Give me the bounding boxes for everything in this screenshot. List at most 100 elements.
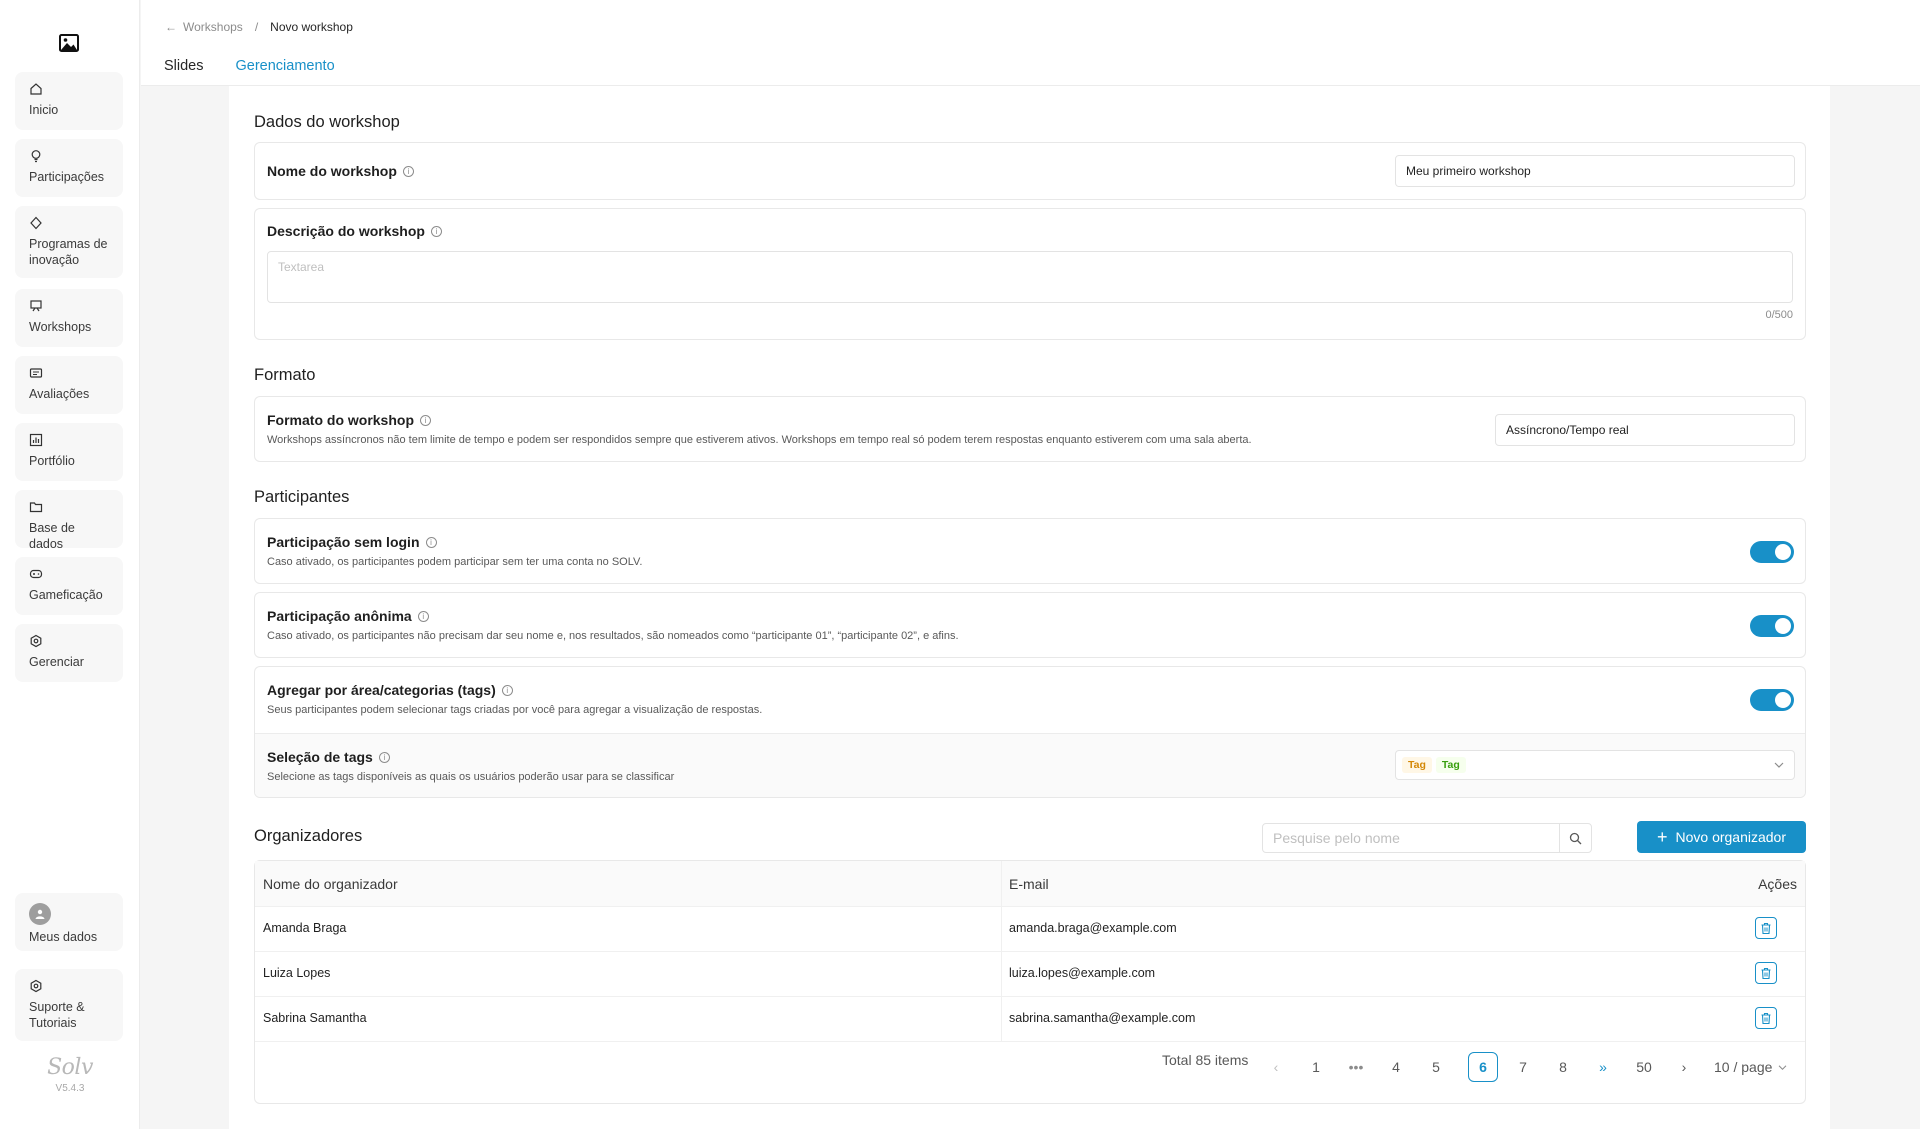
formato-workshop-label: Formato do workshop [267,412,414,428]
sidebar-item-programas[interactable]: Programas de inovação [15,206,123,278]
info-icon[interactable]: i [430,225,442,237]
sem-login-card: Participação sem login i Caso ativado, o… [254,518,1806,584]
section-title-formato: Formato [254,366,316,384]
descricao-workshop-row: Descrição do workshop i [267,223,442,239]
sem-login-row: Participação sem login i Caso ativado, o… [267,534,642,568]
pagination-page[interactable]: 1 [1301,1052,1331,1082]
pagination-page[interactable]: 5 [1421,1052,1451,1082]
breadcrumb-separator: / [254,20,259,34]
nome-workshop-row: Nome do workshop i [267,163,414,179]
agregar-desc: Seus participantes podem selecionar tags… [267,704,763,716]
pagination-page[interactable]: 4 [1381,1052,1411,1082]
version-label: V5.4.3 [55,1083,85,1094]
sidebar-item-participacoes[interactable]: Participações [15,139,123,197]
tag-chip[interactable]: Tag [1435,757,1466,773]
trash-icon [1761,967,1771,979]
selecao-tags-title: Seleção de tags i [267,749,674,765]
tab-slides[interactable]: Slides [164,58,204,90]
pagination-ellipsis[interactable]: ••• [1341,1052,1371,1082]
trash-icon [1761,1012,1771,1024]
organizer-email: luiza.lopes@example.com [1009,966,1156,980]
anonima-toggle[interactable] [1750,615,1794,637]
search-button[interactable] [1559,824,1591,852]
agregar-row: Agregar por área/categorias (tags) i Seu… [267,682,762,716]
info-icon[interactable]: i [420,414,431,426]
formato-workshop-desc: Workshops assíncronos não tem limite de … [267,434,1252,446]
sidebar-item-label: Programas de inovação [29,237,108,267]
sidebar-item-gerenciar[interactable]: Gerenciar [15,624,123,682]
settings-icon [30,634,42,648]
selecao-tags-row: Seleção de tags i Selecione as tags disp… [255,733,1805,797]
new-organizer-button[interactable]: + Novo organizador [1637,821,1806,853]
organizer-name: Sabrina Samantha [263,1011,367,1025]
pagination-total: Total 85 items [1162,1052,1249,1068]
info-icon[interactable]: i [378,751,390,763]
breadcrumb-parent[interactable]: Workshops [183,20,243,34]
anonima-row: Participação anônima i Caso ativado, os … [267,608,959,642]
workshop-icon [30,300,42,312]
tag-chip[interactable]: Tag [1402,757,1432,773]
sidebar-item-label: Gameficação [29,588,103,602]
sem-login-desc: Caso ativado, os participantes podem par… [267,556,643,568]
sidebar-item-gameficacao[interactable]: Gameficação [15,557,123,615]
sidebar-item-label: Workshops [29,320,92,334]
search-input[interactable] [1263,824,1588,852]
anonima-label: Participação anônima [267,608,412,624]
sidebar-item-suporte[interactable]: Suporte & Tutoriais [15,969,123,1041]
agregar-toggle[interactable] [1750,689,1794,711]
info-icon[interactable]: i [425,536,437,548]
breadcrumb: ← Workshops / Novo workshop [165,20,353,34]
delete-button[interactable] [1755,1007,1777,1029]
search-icon [1569,832,1582,844]
tags-select[interactable]: Tag Tag [1395,750,1795,780]
descricao-workshop-card: Descrição do workshop i Textarea 0/500 [254,208,1806,340]
support-icon [30,979,42,993]
back-arrow-icon[interactable]: ← [165,20,177,34]
delete-button[interactable] [1755,917,1777,939]
delete-button[interactable] [1755,962,1777,984]
sidebar-item-workshops[interactable]: Workshops [15,289,123,347]
sidebar-item-label: Meus dados [29,930,98,944]
diamond-icon [30,216,42,230]
sem-login-toggle[interactable] [1750,541,1794,563]
sidebar-item-portfolio[interactable]: Portfólio [15,423,123,481]
agregar-label: Agregar por área/categorias (tags) [267,682,496,698]
table-header: Nome do organizador E-mail Ações [255,861,1805,907]
anonima-title: Participação anônima i [267,608,959,624]
sidebar-item-label: Avaliações [29,387,90,401]
sidebar-item-avaliacoes[interactable]: Avaliações [15,356,123,414]
sidebar-item-meus-dados[interactable]: Meus dados [15,893,123,951]
descricao-workshop-label: Descrição do workshop [267,223,425,239]
descricao-textarea[interactable]: Textarea [267,251,1793,303]
pagination-page-current[interactable]: 6 [1468,1052,1498,1082]
pagination-prev[interactable]: ‹ [1261,1052,1291,1082]
info-icon[interactable]: i [402,165,414,177]
sidebar-item-base-de-dados[interactable]: Base de dados [15,490,123,551]
column-header-email: E-mail [1009,876,1049,892]
page-size-select[interactable]: 10 / page [1714,1052,1804,1082]
sem-login-label: Participação sem login [267,534,420,550]
avatar-icon [29,903,51,925]
pagination-next[interactable]: › [1669,1052,1699,1082]
agregar-card: Agregar por área/categorias (tags) i Seu… [254,666,1806,798]
image-logo-icon[interactable] [59,34,79,52]
pagination-page[interactable]: 8 [1548,1052,1578,1082]
table-row: Amanda Braga amanda.braga@example.com [255,907,1805,952]
trash-icon [1761,922,1771,934]
sidebar-item-label: Suporte & Tutoriais [29,1000,85,1030]
pagination-page[interactable]: 7 [1508,1052,1538,1082]
pagination-page[interactable]: 50 [1629,1052,1659,1082]
plus-icon: + [1656,827,1668,847]
section-title-dados: Dados do workshop [254,113,400,131]
info-icon[interactable]: i [501,684,513,696]
formato-workshop-select[interactable]: Assíncrono/Tempo real [1495,414,1795,446]
nome-workshop-input[interactable]: Meu primeiro workshop [1395,155,1795,187]
pagination-jump-next[interactable]: » [1588,1052,1618,1082]
info-icon[interactable]: i [417,610,429,622]
formato-workshop-card: Formato do workshop i Workshops assíncro… [254,396,1806,462]
chevron-down-icon[interactable] [1774,761,1784,769]
sidebar: Inicio Participações Programas de inovaç… [0,0,140,1129]
sidebar-item-inicio[interactable]: Inicio [15,72,123,130]
breadcrumb-current: Novo workshop [270,20,353,34]
organizer-name: Luiza Lopes [263,966,331,980]
